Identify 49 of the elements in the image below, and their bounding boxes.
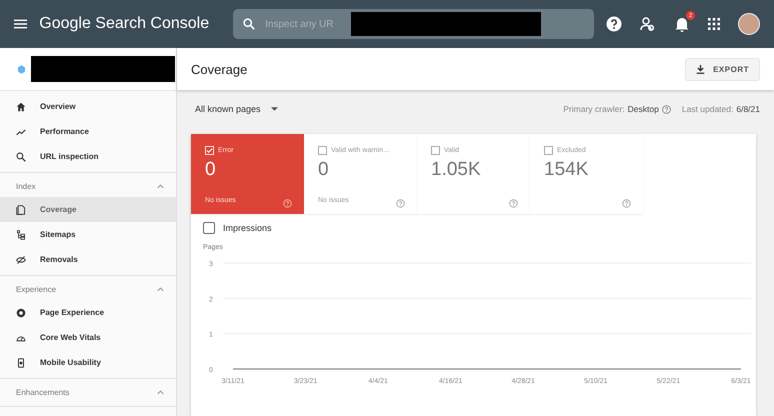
export-button[interactable]: EXPORT [685, 58, 760, 80]
menu-icon[interactable] [14, 19, 28, 29]
updated-label: Last updated: [682, 104, 734, 114]
nav-item[interactable]: Removals [0, 247, 176, 272]
circle-icon [16, 308, 26, 318]
property-icon [18, 64, 25, 74]
download-icon [696, 64, 706, 74]
updated-value: 6/8/21 [736, 104, 760, 114]
impressions-checkbox[interactable] [203, 222, 215, 234]
nav-item[interactable]: Mobile Usability [0, 350, 176, 375]
nav-item[interactable]: Page Experience [0, 300, 176, 325]
nav-item[interactable]: Overview [0, 94, 176, 119]
page-title: Coverage [191, 62, 248, 76]
nav-item[interactable]: Performance [0, 119, 176, 144]
crawler-label: Primary crawler: [563, 104, 625, 114]
impressions-label: Impressions [223, 223, 272, 233]
app-title: Google Search Console [39, 14, 210, 34]
chevron-up-icon[interactable] [157, 184, 164, 189]
chevron-up-icon[interactable] [157, 390, 164, 395]
nav-item[interactable]: Coverage [0, 197, 176, 222]
search-icon [243, 18, 256, 30]
eye-icon [16, 254, 26, 264]
check-icon [206, 147, 213, 154]
apps-grid-icon[interactable] [708, 18, 720, 30]
phone-icon [16, 358, 26, 368]
checkbox[interactable] [318, 146, 327, 155]
crawler-value: Desktop [628, 104, 659, 114]
checkbox[interactable] [431, 146, 440, 155]
search-input[interactable]: Inspect any UR [265, 18, 342, 30]
bell-icon[interactable] [674, 16, 690, 32]
page-filter-dropdown[interactable]: All known pages [195, 104, 278, 114]
section-heading: Index [16, 182, 36, 191]
checkbox[interactable] [544, 146, 553, 155]
sitemap-icon [16, 230, 26, 240]
search-icon [16, 152, 26, 162]
section-heading: Experience [16, 285, 56, 294]
chevron-up-icon[interactable] [157, 287, 164, 292]
section-heading: Enhancements [16, 388, 70, 397]
users-icon[interactable] [640, 16, 656, 32]
nav-item[interactable]: Sitemaps [0, 222, 176, 247]
nav-item[interactable]: Core Web Vitals [0, 325, 176, 350]
avatar[interactable] [738, 13, 760, 35]
pages-icon [16, 204, 26, 214]
caret-icon [270, 107, 278, 111]
search-bar[interactable]: Inspect any UR [233, 9, 594, 39]
nav-item[interactable]: URL inspection [0, 144, 176, 169]
trend-icon [16, 126, 26, 136]
home-icon [16, 102, 26, 112]
help-icon[interactable] [606, 16, 622, 32]
